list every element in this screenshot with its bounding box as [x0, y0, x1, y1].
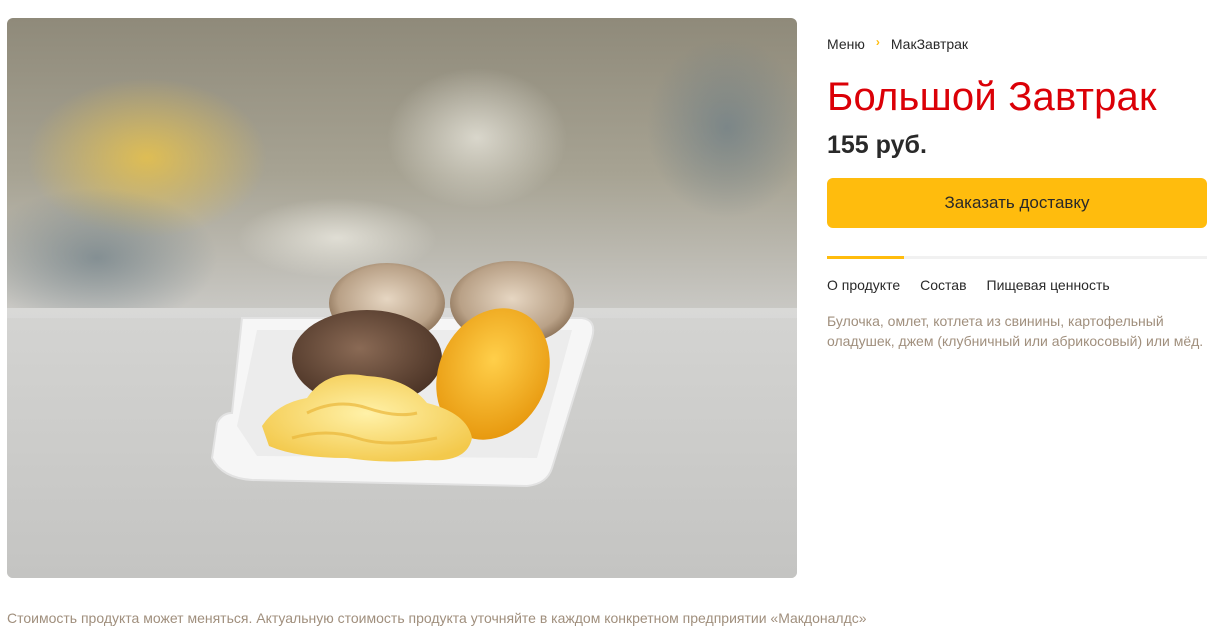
big-breakfast-photo — [7, 38, 797, 578]
price-disclaimer: Стоимость продукта может меняться. Актуа… — [7, 610, 867, 626]
breadcrumb-menu-link[interactable]: Меню — [827, 36, 865, 52]
tab-ingredients[interactable]: Состав — [920, 277, 966, 293]
breadcrumb-category-link[interactable]: МакЗавтрак — [891, 36, 968, 52]
tab-nutrition[interactable]: Пищевая ценность — [987, 277, 1110, 293]
product-title: Большой Завтрак — [827, 75, 1157, 119]
order-delivery-button[interactable]: Заказать доставку — [827, 178, 1207, 228]
product-image — [7, 18, 797, 578]
product-price: 155 руб. — [827, 131, 927, 159]
chevron-right-icon: › — [875, 35, 880, 49]
tab-about-product[interactable]: О продукте — [827, 277, 900, 293]
active-tab-underline — [827, 256, 904, 259]
tabs-indicator-track — [827, 256, 1207, 259]
product-tabs: О продукте Состав Пищевая ценность — [827, 277, 1130, 293]
breadcrumb: Меню › МакЗавтрак — [827, 35, 968, 52]
product-description: Булочка, омлет, котлета из свинины, карт… — [827, 313, 1204, 349]
